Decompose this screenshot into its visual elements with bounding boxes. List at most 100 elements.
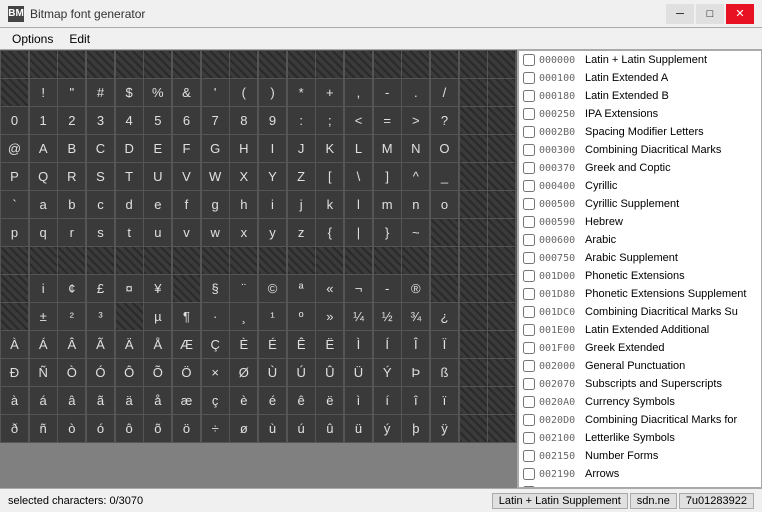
char-cell[interactable]: C — [87, 135, 114, 162]
char-cell[interactable]: I — [259, 135, 286, 162]
char-cell[interactable] — [460, 107, 487, 134]
char-cell[interactable] — [460, 331, 487, 358]
char-cell[interactable]: v — [173, 219, 200, 246]
char-cell[interactable]: É — [259, 331, 286, 358]
char-cell[interactable] — [116, 247, 143, 274]
char-cell[interactable] — [202, 247, 229, 274]
char-cell[interactable] — [488, 247, 515, 274]
char-cell[interactable]: ó — [87, 415, 114, 442]
char-cell[interactable]: y — [259, 219, 286, 246]
char-cell[interactable]: ¼ — [345, 303, 372, 330]
char-cell[interactable] — [431, 51, 458, 78]
charset-checkbox[interactable] — [523, 72, 535, 84]
char-cell[interactable]: H — [230, 135, 257, 162]
charset-checkbox[interactable] — [523, 432, 535, 444]
char-cell[interactable]: ú — [288, 415, 315, 442]
char-cell[interactable] — [460, 163, 487, 190]
minimize-button[interactable]: ─ — [666, 4, 694, 24]
char-cell[interactable]: > — [402, 107, 429, 134]
char-cell[interactable]: Ð — [1, 359, 28, 386]
char-cell[interactable]: Å — [144, 331, 171, 358]
char-cell[interactable] — [288, 51, 315, 78]
char-cell[interactable] — [144, 247, 171, 274]
char-cell[interactable]: Ü — [345, 359, 372, 386]
char-cell[interactable] — [1, 247, 28, 274]
char-cell[interactable]: ö — [173, 415, 200, 442]
char-cell[interactable]: í — [374, 387, 401, 414]
char-cell[interactable]: © — [259, 275, 286, 302]
char-cell[interactable] — [1, 303, 28, 330]
char-cell[interactable]: ¸ — [230, 303, 257, 330]
char-cell[interactable] — [30, 247, 57, 274]
char-cell[interactable]: ` — [1, 191, 28, 218]
char-cell[interactable]: ² — [58, 303, 85, 330]
char-cell[interactable]: K — [316, 135, 343, 162]
char-cell[interactable] — [488, 415, 515, 442]
charset-checkbox[interactable] — [523, 450, 535, 462]
char-cell[interactable]: ® — [402, 275, 429, 302]
char-cell[interactable]: × — [202, 359, 229, 386]
char-cell[interactable]: s — [87, 219, 114, 246]
char-cell[interactable]: w — [202, 219, 229, 246]
charset-checkbox[interactable] — [523, 396, 535, 408]
charset-checkbox[interactable] — [523, 270, 535, 282]
char-cell[interactable]: ý — [374, 415, 401, 442]
char-cell[interactable]: U — [144, 163, 171, 190]
char-cell[interactable]: b — [58, 191, 85, 218]
charset-item[interactable]: 002100Letterlike Symbols — [519, 429, 761, 447]
char-cell[interactable]: ÷ — [202, 415, 229, 442]
charset-checkbox[interactable] — [523, 378, 535, 390]
char-cell[interactable]: t — [116, 219, 143, 246]
char-cell[interactable]: / — [431, 79, 458, 106]
char-cell[interactable]: ñ — [30, 415, 57, 442]
char-cell[interactable]: î — [402, 387, 429, 414]
char-cell[interactable] — [402, 247, 429, 274]
char-cell[interactable]: Ø — [230, 359, 257, 386]
char-cell[interactable]: Õ — [144, 359, 171, 386]
char-cell[interactable]: ¹ — [259, 303, 286, 330]
char-cell[interactable]: ÿ — [431, 415, 458, 442]
char-cell[interactable]: d — [116, 191, 143, 218]
char-cell[interactable] — [488, 387, 515, 414]
char-cell[interactable]: « — [316, 275, 343, 302]
charset-checkbox[interactable] — [523, 342, 535, 354]
char-cell[interactable] — [116, 51, 143, 78]
char-cell[interactable]: ¿ — [431, 303, 458, 330]
char-cell[interactable] — [488, 79, 515, 106]
char-cell[interactable] — [460, 51, 487, 78]
char-cell[interactable]: Ò — [58, 359, 85, 386]
char-cell[interactable]: Z — [288, 163, 315, 190]
char-cell[interactable]: [ — [316, 163, 343, 190]
char-cell[interactable] — [58, 247, 85, 274]
char-cell[interactable]: i — [259, 191, 286, 218]
char-cell[interactable]: þ — [402, 415, 429, 442]
char-cell[interactable] — [488, 191, 515, 218]
charset-checkbox[interactable] — [523, 198, 535, 210]
char-cell[interactable]: õ — [144, 415, 171, 442]
char-cell[interactable]: Á — [30, 331, 57, 358]
charset-checkbox[interactable] — [523, 360, 535, 372]
char-cell[interactable]: W — [202, 163, 229, 190]
charset-checkbox[interactable] — [523, 306, 535, 318]
char-cell[interactable] — [230, 51, 257, 78]
menu-options[interactable]: Options — [4, 30, 61, 48]
char-cell[interactable]: ¢ — [58, 275, 85, 302]
char-cell[interactable]: Ì — [345, 331, 372, 358]
char-cell[interactable]: k — [316, 191, 343, 218]
char-cell[interactable]: Ã — [87, 331, 114, 358]
char-cell[interactable]: o — [431, 191, 458, 218]
char-cell[interactable]: ç — [202, 387, 229, 414]
char-cell[interactable]: ] — [374, 163, 401, 190]
char-cell[interactable]: P — [1, 163, 28, 190]
char-cell[interactable]: 7 — [202, 107, 229, 134]
char-cell[interactable]: f — [173, 191, 200, 218]
char-cell[interactable]: p — [1, 219, 28, 246]
charset-item[interactable]: 000300Combining Diacritical Marks — [519, 141, 761, 159]
char-cell[interactable]: ! — [30, 79, 57, 106]
charset-item[interactable]: 000750Arabic Supplement — [519, 249, 761, 267]
char-cell[interactable] — [488, 359, 515, 386]
char-cell[interactable]: A — [30, 135, 57, 162]
char-cell[interactable]: J — [288, 135, 315, 162]
char-cell[interactable]: ø — [230, 415, 257, 442]
char-cell[interactable]: l — [345, 191, 372, 218]
